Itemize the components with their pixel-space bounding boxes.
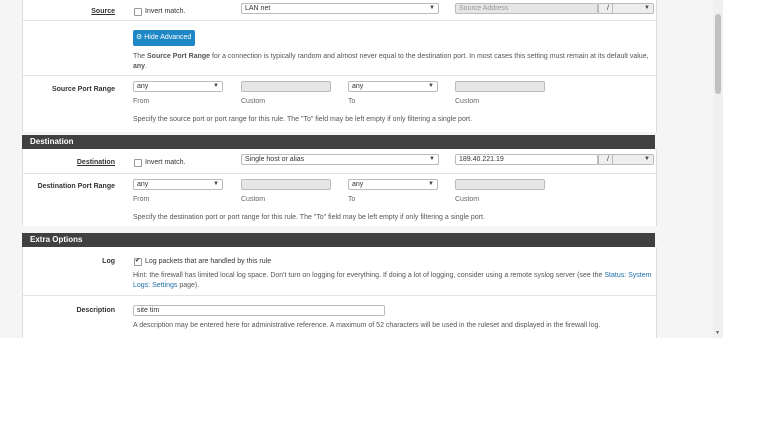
vertical-scrollbar[interactable]: ▼ bbox=[713, 0, 723, 338]
destination-mask-select[interactable]: ▼ bbox=[612, 154, 654, 165]
destination-port-from-value: any bbox=[137, 181, 149, 188]
source-network-select[interactable]: LAN net ▼ bbox=[241, 3, 439, 14]
description-input[interactable]: site tim bbox=[133, 305, 385, 316]
to-label: To bbox=[348, 98, 356, 105]
custom-label: Custom bbox=[241, 196, 266, 203]
destination-port-to-select[interactable]: any ▼ bbox=[348, 179, 438, 190]
source-invert-label: Invert match. bbox=[145, 8, 186, 15]
destination-type-value: Single host or alias bbox=[245, 156, 305, 163]
source-port-from-select[interactable]: any ▼ bbox=[133, 81, 223, 92]
chevron-down-icon: ▼ bbox=[213, 83, 219, 89]
to-label: To bbox=[348, 196, 356, 203]
extra-options-panel: Log Log packets that are handled by this… bbox=[22, 247, 657, 338]
destination-port-range-label: Destination Port Range bbox=[37, 183, 115, 190]
destination-type-select[interactable]: Single host or alias ▼ bbox=[241, 154, 439, 165]
chevron-down-icon: ▼ bbox=[429, 156, 435, 162]
destination-address-input[interactable]: 189.40.221.19 bbox=[455, 154, 598, 165]
chevron-down-icon: ▼ bbox=[644, 5, 650, 11]
destination-section-header: Destination bbox=[22, 135, 655, 149]
divider bbox=[23, 20, 656, 21]
source-port-to-select[interactable]: any ▼ bbox=[348, 81, 438, 92]
custom-label: Custom bbox=[455, 98, 480, 105]
destination-port-to-value: any bbox=[352, 181, 364, 188]
source-port-range-help: Specify the source port or port range fo… bbox=[133, 116, 473, 123]
custom-label: Custom bbox=[241, 98, 266, 105]
source-network-value: LAN net bbox=[245, 5, 271, 12]
hide-advanced-label: Hide Advanced bbox=[144, 34, 192, 41]
source-panel: Source Invert match. LAN net ▼ Source Ad… bbox=[22, 0, 657, 132]
source-slash-text: / bbox=[607, 5, 609, 12]
destination-port-to-custom-input[interactable] bbox=[455, 179, 545, 190]
log-checkbox[interactable] bbox=[134, 257, 142, 266]
destination-invert-checkbox[interactable] bbox=[134, 159, 142, 167]
log-hint-end: page). bbox=[177, 282, 200, 289]
chevron-down-icon: ▼ bbox=[428, 181, 434, 187]
description-help: A description may be entered here for ad… bbox=[133, 322, 601, 329]
log-label: Log bbox=[102, 258, 115, 265]
help-text: for a connection is typically random and… bbox=[210, 53, 649, 60]
gear-icon: ⚙ bbox=[136, 34, 143, 41]
source-address-placeholder: Source Address bbox=[459, 5, 509, 12]
source-label: Source bbox=[91, 8, 115, 15]
from-label: From bbox=[133, 196, 150, 203]
scroll-down-icon[interactable]: ▼ bbox=[715, 330, 720, 336]
source-address-input[interactable]: Source Address bbox=[455, 3, 598, 14]
source-port-to-custom-input[interactable] bbox=[455, 81, 545, 92]
help-text: The bbox=[133, 53, 148, 60]
help-bold: Source Port Range bbox=[147, 53, 211, 60]
destination-label: Destination bbox=[76, 159, 115, 166]
destination-port-from-select[interactable]: any ▼ bbox=[133, 179, 223, 190]
divider bbox=[23, 295, 656, 296]
hide-advanced-button[interactable]: ⚙ Hide Advanced bbox=[133, 30, 196, 46]
chevron-down-icon: ▼ bbox=[428, 83, 434, 89]
log-checkbox-label: Log packets that are handled by this rul… bbox=[145, 258, 272, 265]
help-text: . bbox=[145, 63, 148, 70]
source-invert-checkbox[interactable] bbox=[134, 8, 142, 16]
source-port-range-label: Source Port Range bbox=[51, 86, 115, 93]
log-hint-text: Hint: the firewall has limited local log… bbox=[133, 272, 605, 279]
chevron-down-icon: ▼ bbox=[429, 5, 435, 11]
source-port-to-value: any bbox=[352, 83, 364, 90]
destination-port-range-help: Specify the destination port or port ran… bbox=[133, 214, 485, 221]
description-value: site tim bbox=[137, 307, 160, 314]
extra-options-section-header: Extra Options bbox=[22, 233, 655, 247]
destination-slash-text: / bbox=[607, 156, 609, 163]
page-viewport: Source Invert match. LAN net ▼ Source Ad… bbox=[0, 0, 723, 338]
chevron-down-icon: ▼ bbox=[213, 181, 219, 187]
destination-port-from-custom-input[interactable] bbox=[241, 179, 331, 190]
source-port-from-custom-input[interactable] bbox=[241, 81, 331, 92]
source-mask-select[interactable]: ▼ bbox=[612, 3, 654, 14]
divider bbox=[23, 75, 656, 76]
log-hint: Hint: the firewall has limited local log… bbox=[133, 271, 653, 291]
from-label: From bbox=[133, 98, 150, 105]
custom-label: Custom bbox=[455, 196, 480, 203]
chevron-down-icon: ▼ bbox=[644, 156, 650, 162]
destination-invert-label: Invert match. bbox=[145, 159, 186, 166]
source-port-help: The Source Port Range for a connection i… bbox=[133, 52, 651, 72]
description-label: Description bbox=[76, 307, 115, 314]
source-port-from-value: any bbox=[137, 83, 149, 90]
destination-panel: Destination Invert match. Single host or… bbox=[22, 149, 657, 226]
divider bbox=[23, 173, 656, 174]
scrollbar-thumb[interactable] bbox=[715, 14, 721, 94]
destination-address-value: 189.40.221.19 bbox=[459, 156, 504, 163]
help-any: any bbox=[133, 63, 146, 70]
